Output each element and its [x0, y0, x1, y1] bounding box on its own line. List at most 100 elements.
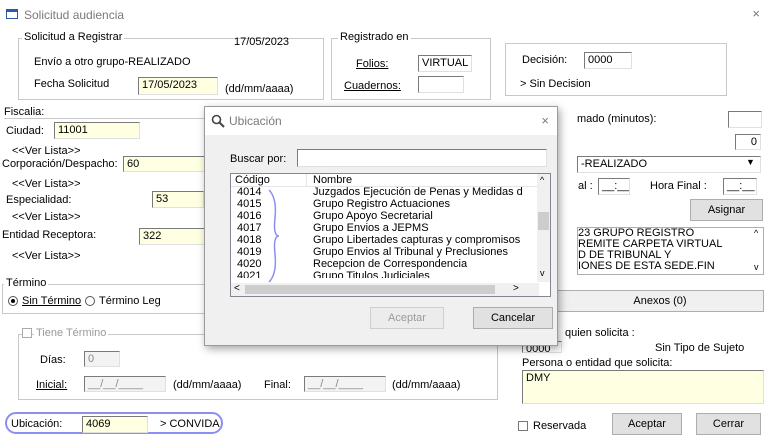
estado-select-chevron-icon[interactable]: ▼ — [746, 157, 755, 167]
dialog-close-icon[interactable]: × — [541, 113, 549, 128]
fecha-solicitud-input[interactable]: 17/05/2023 — [138, 77, 218, 95]
aceptar-button[interactable]: Aceptar — [612, 413, 682, 435]
row-codigo: 4016 — [237, 210, 262, 222]
row-nombre: Grupo Apoyo Secretarial — [313, 210, 433, 222]
scroll-thumb[interactable] — [538, 212, 549, 230]
solicitud-group-label: Solicitud a Registrar — [22, 31, 125, 43]
scroll-up-icon[interactable]: ^ — [540, 175, 544, 185]
sin-termino-label[interactable]: Sin Término — [22, 295, 81, 307]
termino-group-label: Término — [4, 277, 49, 289]
tiene-termino-checkbox[interactable] — [22, 328, 32, 338]
row-nombre: Grupo Envios a JEPMS — [313, 222, 429, 234]
scroll-left-icon[interactable]: < — [234, 283, 240, 294]
envio-text: Envío a otro grupo-REALIZADO — [34, 56, 191, 68]
notes-line: IONES DE ESTA SEDE.FIN — [578, 260, 715, 272]
especialidad-ver-lista[interactable]: <<Ver Lista>> — [12, 211, 81, 223]
window-close-icon[interactable]: × — [752, 6, 760, 21]
row-codigo: 4014 — [237, 186, 262, 198]
ciudad-input[interactable]: 11001 — [54, 122, 140, 139]
ciudad-ver-lista[interactable]: <<Ver Lista>> — [12, 145, 81, 157]
notes-scroll-up-icon[interactable]: ^ — [754, 228, 758, 238]
row-nombre: Grupo Libertades capturas y compromisos — [313, 234, 521, 246]
fiscalia-label: Fiscalia: — [4, 106, 45, 118]
row-codigo: 4018 — [237, 234, 262, 246]
dialog-aceptar-button[interactable]: Aceptar — [370, 307, 444, 329]
quien-solicita-label: quien solicita : — [565, 327, 635, 339]
especialidad-input[interactable]: 53 — [152, 191, 204, 208]
ciudad-label: Ciudad: — [6, 125, 44, 137]
hora-final-input[interactable]: __:__ — [723, 178, 757, 195]
ubicacion-input[interactable]: 4069 — [82, 416, 148, 433]
estado-select-value: -REALIZADO — [581, 158, 648, 170]
final-input[interactable]: __/__/____ — [304, 376, 386, 392]
row-codigo: 4020 — [237, 258, 262, 270]
row-nombre: Grupo Registro Actuaciones — [313, 198, 450, 210]
folios-label: Folios: — [356, 58, 389, 70]
scroll-down-icon[interactable]: v — [540, 268, 545, 278]
row-codigo: 4019 — [237, 246, 262, 258]
asignar-button[interactable]: Asignar — [690, 199, 763, 221]
entidad-ver-lista[interactable]: <<Ver Lista>> — [12, 250, 81, 262]
hora-final-label: Hora Final : — [650, 180, 707, 192]
cuadernos-label: Cuadernos: — [344, 80, 401, 92]
buscar-input[interactable] — [297, 149, 547, 167]
list-vertical-scrollbar[interactable]: ^ v — [537, 174, 550, 282]
anexos-tab[interactable]: Anexos (0) — [556, 290, 764, 312]
cuadernos-input[interactable] — [418, 76, 464, 93]
folios-input[interactable]: VIRTUAL — [418, 55, 472, 72]
sin-tipo-sujeto: Sin Tipo de Sujeto — [655, 342, 745, 354]
inicial-hint: (dd/mm/aaaa) — [173, 379, 242, 391]
inicial-input[interactable]: __/__/____ — [84, 376, 166, 392]
estado-select[interactable]: -REALIZADO — [577, 156, 761, 173]
solicitud-date: 17/05/2023 — [234, 36, 290, 48]
row-codigo: 4015 — [237, 198, 262, 210]
dialog-cancelar-button[interactable]: Cancelar — [473, 307, 553, 329]
notes-scroll-down-icon[interactable]: v — [754, 262, 759, 272]
decision-text: > Sin Decision — [520, 78, 591, 90]
row-nombre: Grupo Titulos Judiciales — [313, 270, 430, 278]
tiene-termino-label: Tiene Término — [34, 327, 109, 339]
entidad-label: Entidad Receptora: — [2, 229, 97, 241]
fecha-solicitud-hint: (dd/mm/aaaa) — [225, 83, 294, 95]
tiempo-label: mado (minutos): — [577, 113, 657, 125]
persona-input[interactable]: DMY — [522, 370, 764, 404]
termino-leg-label[interactable]: Término Leg — [99, 295, 161, 307]
col-nombre-header[interactable]: Nombre — [313, 174, 352, 186]
corporacion-ver-lista[interactable]: <<Ver Lista>> — [12, 178, 81, 190]
fecha-solicitud-label: Fecha Solicitud — [34, 78, 110, 90]
registrado-group-label: Registrado en — [338, 31, 411, 43]
hora-inicial-input[interactable]: __:__ — [598, 178, 630, 195]
tiempo-input[interactable] — [728, 111, 762, 128]
window-title: Solicitud audiencia — [24, 8, 125, 22]
corporacion-label: Corporación/Despacho: — [2, 158, 118, 170]
hscroll-thumb[interactable] — [245, 285, 495, 294]
entidad-input[interactable]: 322 — [139, 228, 205, 245]
decision-input[interactable]: 0000 — [584, 52, 632, 69]
scroll-right-icon[interactable]: > — [513, 283, 519, 294]
buscar-label: Buscar por: — [230, 153, 287, 165]
termino-leg-radio[interactable] — [85, 296, 95, 306]
row-codigo: 4021 — [237, 270, 262, 278]
window-titlebar: Solicitud audiencia × — [0, 0, 764, 30]
persona-label: Persona o entidad que solicita: — [522, 357, 673, 369]
dias-input[interactable]: 0 — [84, 351, 120, 367]
cerrar-button[interactable]: Cerrar — [696, 413, 761, 435]
corporacion-input[interactable]: 60 — [123, 156, 205, 172]
anexos-label: Anexos (0) — [633, 295, 687, 307]
final-label: Final: — [264, 379, 291, 391]
dialog-titlebar: Ubicación × — [205, 107, 557, 135]
row-nombre: Grupo Envios al Tribunal y Preclusiones — [313, 246, 509, 258]
list-horizontal-scrollbar[interactable]: < > — [231, 283, 539, 296]
col-codigo-header[interactable]: Código — [235, 174, 270, 186]
row-codigo: 4017 — [237, 222, 262, 234]
search-icon — [211, 114, 225, 128]
notes-area[interactable]: 23 GRUPO REGISTRO REMITE CARPETA VIRTUAL… — [577, 227, 764, 275]
reservada-label[interactable]: Reservada — [533, 420, 586, 432]
row-nombre: Juzgados Ejecución de Penas y Medidas d — [313, 186, 523, 198]
sin-termino-radio[interactable] — [8, 296, 18, 306]
ubicacion-list[interactable]: Código Nombre 4014 Juzgados Ejecución de … — [230, 173, 551, 297]
ubicacion-text: > CONVIDA — [160, 418, 220, 430]
small-value-field[interactable]: 0 — [735, 134, 761, 150]
inicial-label: Inicial: — [36, 379, 68, 391]
reservada-checkbox[interactable] — [518, 421, 528, 431]
